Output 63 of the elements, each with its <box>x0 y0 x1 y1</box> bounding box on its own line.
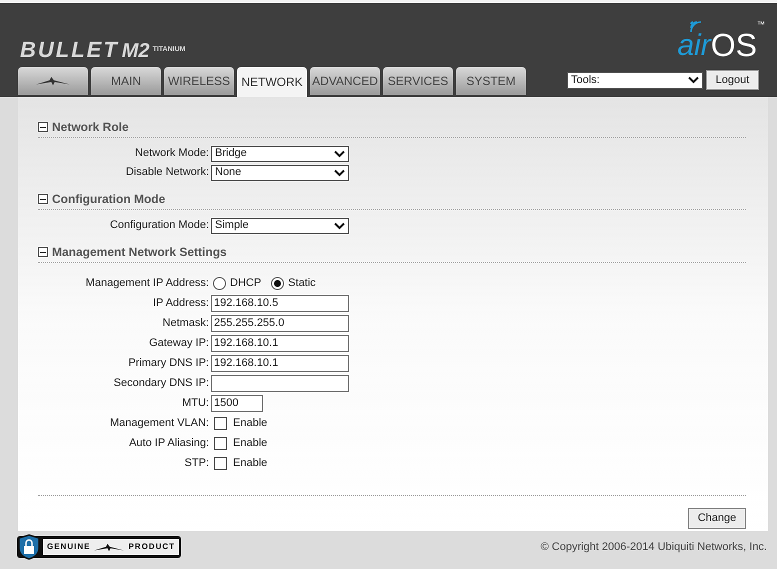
ubiquiti-logo-icon <box>94 542 124 552</box>
radio-button[interactable] <box>271 276 284 290</box>
field-label: Secondary DNS IP: <box>114 376 209 389</box>
chevron-down-icon <box>334 168 345 176</box>
brand-suffix: OS <box>710 29 757 61</box>
badge-text: GENUINE <box>47 541 90 553</box>
input-field[interactable]: 1500 <box>211 394 263 412</box>
change-button[interactable]: Change <box>688 508 746 529</box>
tab[interactable]: NETWORK <box>237 67 307 97</box>
radio-label: DHCP <box>230 276 262 291</box>
collapse-icon[interactable] <box>38 194 48 204</box>
field-label: Management IP Address: <box>86 276 209 289</box>
trademark-mark: ™ <box>757 19 765 31</box>
chevron-down-icon <box>334 150 345 158</box>
field-label: MTU: <box>182 396 209 409</box>
tab[interactable]: MAIN <box>91 67 161 95</box>
radio-label: Static <box>288 276 316 291</box>
input-field[interactable]: 192.168.10.1 <box>211 354 349 372</box>
product-name: BULLET <box>20 39 119 61</box>
checkbox[interactable] <box>214 456 227 470</box>
chevron-down-icon <box>334 222 345 230</box>
ubiquiti-logo-icon <box>36 76 70 86</box>
checkbox-label: Enable <box>233 416 268 431</box>
field-label: Gateway IP: <box>149 336 209 349</box>
field-label: Netmask: <box>162 316 209 329</box>
tab[interactable]: SYSTEM <box>456 67 526 95</box>
collapse-icon[interactable] <box>38 122 48 132</box>
field-label: Management VLAN: <box>110 416 209 429</box>
collapse-icon[interactable] <box>38 247 48 257</box>
model-name: M2 <box>122 41 150 61</box>
tab[interactable] <box>18 67 88 95</box>
field-label: IP Address: <box>152 296 209 309</box>
dropdown[interactable]: Bridge <box>211 146 349 162</box>
radio-button[interactable] <box>213 276 226 290</box>
input-field[interactable] <box>211 374 349 392</box>
dropdown[interactable]: Simple <box>211 218 349 234</box>
field-label: Disable Network: <box>126 166 209 178</box>
section-title: Configuration Mode <box>52 191 166 208</box>
input-field[interactable]: 192.168.10.1 <box>211 334 349 352</box>
field-label: Network Mode: <box>135 147 209 160</box>
field-label: Auto IP Aliasing: <box>129 436 209 449</box>
tools-dropdown[interactable]: Tools: <box>567 72 703 88</box>
chevron-down-icon <box>688 76 699 84</box>
dropdown[interactable]: None <box>211 164 349 180</box>
checkbox[interactable] <box>214 416 227 430</box>
logout-button[interactable]: Logout <box>706 70 759 90</box>
checkbox-label: Enable <box>233 456 268 471</box>
tab[interactable]: SERVICES <box>383 67 453 95</box>
checkbox[interactable] <box>214 436 227 450</box>
copyright-text: © Copyright 2006-2014 Ubiquiti Networks, Inc. <box>540 540 767 555</box>
brand-prefix: air <box>677 31 711 61</box>
input-field[interactable]: 255.255.255.0 <box>211 314 349 332</box>
tab[interactable]: WIRELESS <box>164 67 234 95</box>
tab[interactable]: ADVANCED <box>310 67 380 95</box>
checkbox-label: Enable <box>233 436 268 451</box>
field-label: Configuration Mode: <box>110 219 209 232</box>
badge-text: PRODUCT <box>128 541 176 553</box>
input-field[interactable]: 192.168.10.5 <box>211 294 349 312</box>
field-label: STP: <box>184 456 209 469</box>
section-title: Network Role <box>52 119 129 136</box>
section-title: Management Network Settings <box>52 244 227 261</box>
wifi-signal-icon <box>689 20 704 34</box>
field-label: Primary DNS IP: <box>128 356 209 369</box>
